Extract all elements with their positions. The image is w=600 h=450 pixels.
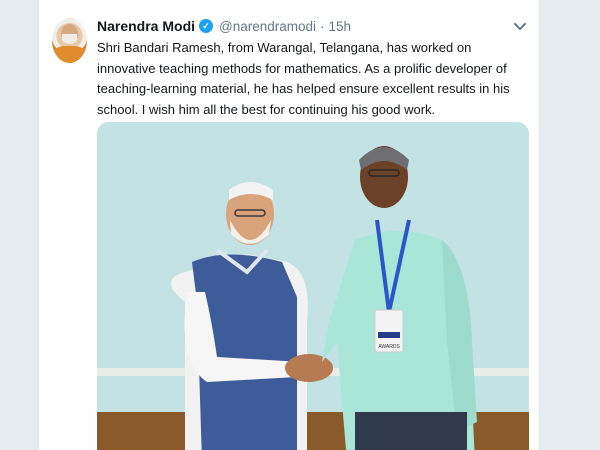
id-badge-stripe — [378, 332, 400, 338]
header-separator: · — [320, 18, 325, 34]
author-name[interactable]: Narendra Modi — [97, 18, 195, 34]
chevron-down-icon[interactable] — [511, 18, 529, 36]
tweet-text: Shri Bandari Ramesh, from Warangal, Tela… — [97, 40, 510, 117]
badge-text: AWARDS — [378, 344, 400, 350]
hands — [285, 354, 333, 382]
tweet-photo[interactable]: AWARDS — [97, 122, 529, 450]
avatar-beard — [62, 34, 77, 44]
verified-badge-icon: ✓ — [199, 19, 214, 33]
handshake — [285, 354, 333, 382]
dark-trousers — [355, 412, 467, 450]
author-avatar[interactable] — [52, 18, 87, 63]
tweet-header: Narendra Modi ✓ @narendramodi · 15h — [97, 16, 351, 36]
author-handle[interactable]: @narendramodi — [219, 19, 316, 34]
tweet-card[interactable]: Narendra Modi ✓ @narendramodi · 15h Shri… — [38, 0, 540, 450]
avatar-robe — [52, 46, 87, 63]
photo-illustration: AWARDS — [97, 122, 529, 450]
tweet-timestamp[interactable]: 15h — [329, 19, 352, 34]
